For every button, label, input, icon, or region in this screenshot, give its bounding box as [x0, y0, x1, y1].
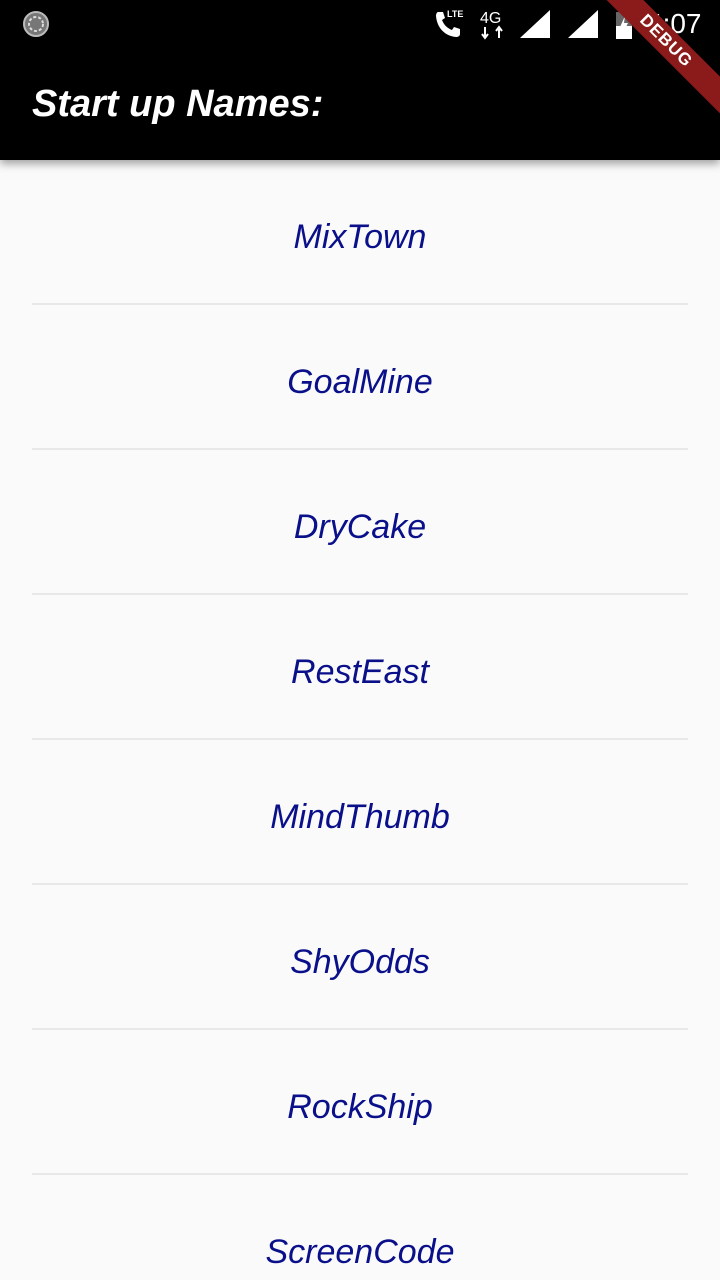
page-title: Start up Names:	[32, 83, 324, 125]
names-list[interactable]: MixTown GoalMine DryCake RestEast MindTh…	[0, 160, 720, 1280]
signal-icon	[520, 10, 550, 38]
list-item-label: RestEast	[291, 653, 429, 691]
status-bar: LTE 4G 4:07	[0, 0, 720, 48]
list-item[interactable]: MindThumb	[0, 740, 720, 883]
svg-text:4G: 4G	[480, 10, 501, 27]
list-item[interactable]: ScreenCode	[0, 1175, 720, 1280]
list-item[interactable]: DryCake	[0, 450, 720, 593]
list-item-label: ShyOdds	[290, 943, 430, 981]
list-item-label: MixTown	[293, 218, 427, 256]
list-item[interactable]: RestEast	[0, 595, 720, 738]
svg-text:LTE: LTE	[447, 9, 463, 19]
battery-icon	[616, 9, 632, 39]
app-bar: Start up Names:	[0, 48, 720, 160]
signal-icon	[568, 10, 598, 38]
list-item[interactable]: RockShip	[0, 1030, 720, 1173]
list-item[interactable]: GoalMine	[0, 305, 720, 448]
list-item[interactable]: ShyOdds	[0, 885, 720, 1028]
list-item[interactable]: MixTown	[0, 160, 720, 303]
list-item-label: GoalMine	[287, 363, 433, 401]
4g-data-icon: 4G	[480, 10, 503, 40]
wifi-calling-icon: LTE	[436, 9, 463, 37]
list-item-label: MindThumb	[270, 798, 450, 836]
list-item-label: DryCake	[293, 508, 427, 546]
clock-time: 4:07	[647, 8, 702, 39]
list-item-label: RockShip	[287, 1088, 433, 1126]
sync-icon	[23, 11, 49, 37]
list-item-label: ScreenCode	[265, 1233, 455, 1271]
